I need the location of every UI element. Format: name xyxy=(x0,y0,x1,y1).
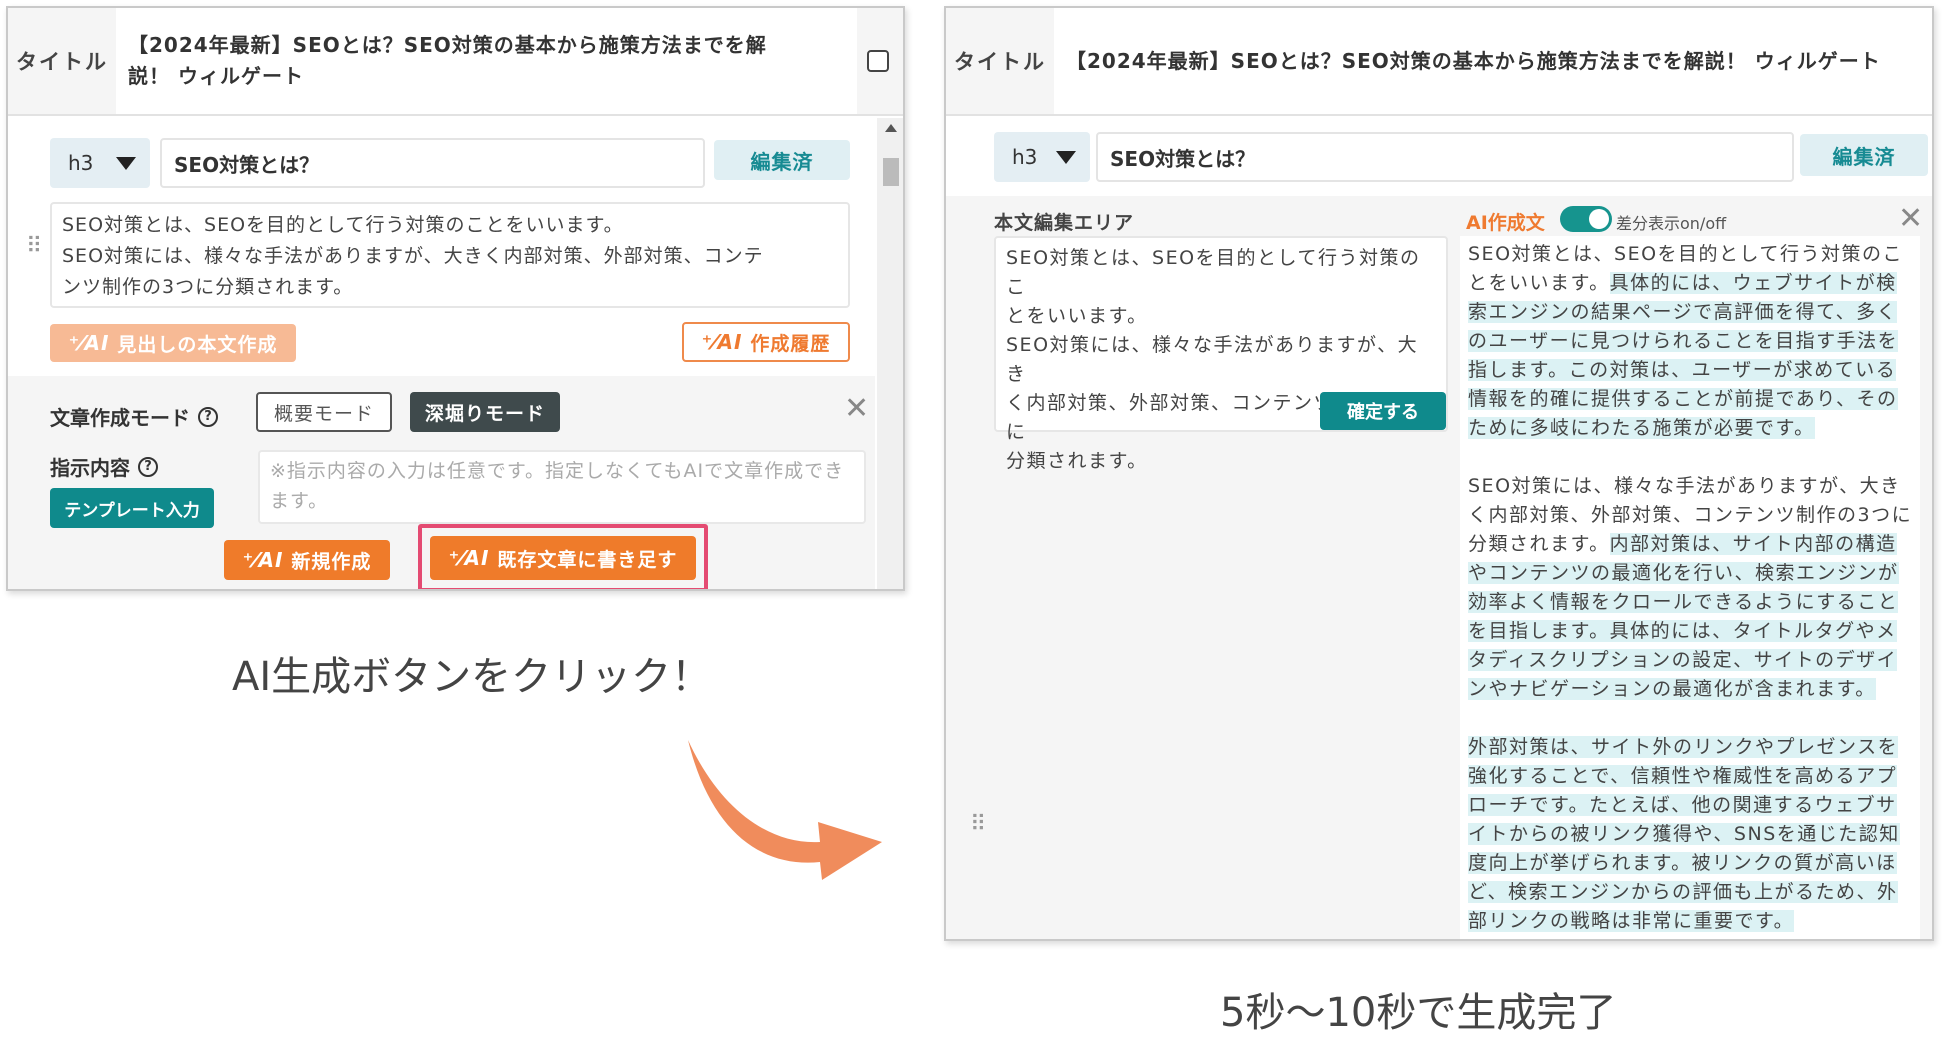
heading-level-select[interactable]: h3 xyxy=(994,132,1090,182)
heading-level-value: h3 xyxy=(68,151,94,175)
new-generate-button[interactable]: ⁺⁄AI 新規作成 xyxy=(224,540,390,580)
heading-input[interactable]: SEO対策とは？ xyxy=(1096,132,1794,182)
body-text-box[interactable]: SEO対策とは、SEOを目的として行う対策のことをいいます。 SEO対策には、様… xyxy=(50,202,850,308)
new-generate-label: 新規作成 xyxy=(291,550,372,573)
heading-body-generate-label: 見出しの本文作成 xyxy=(117,333,278,356)
heading-level-value: h3 xyxy=(1012,145,1038,169)
heading-body-generate-button[interactable]: ⁺⁄AI 見出しの本文作成 xyxy=(50,324,296,362)
close-icon[interactable]: ✕ xyxy=(844,394,869,424)
chevron-down-icon xyxy=(1056,151,1076,164)
scroll-thumb[interactable] xyxy=(883,158,899,186)
append-existing-button[interactable]: ⁺⁄AI 既存文章に書き足す xyxy=(430,536,696,580)
ai-sparkle-icon: ⁺⁄AI xyxy=(68,331,110,355)
editor-panel-after: タイトル 【2024年最新】SEOとは？SEO対策の基本から施策方法までを解説！… xyxy=(944,6,1934,941)
body-area-label: 本文編集エリア xyxy=(994,212,1135,234)
caption-done: 5秒～10秒で生成完了 xyxy=(1220,990,1617,1036)
title-text: 【2024年最新】SEOとは？SEO対策の基本から施策方法までを解説！ ウィルゲ… xyxy=(116,8,857,114)
scroll-up-icon[interactable] xyxy=(885,124,897,132)
ai-sparkle-icon: ⁺⁄AI xyxy=(701,330,743,354)
writing-mode-text: 文章作成モード xyxy=(50,406,190,430)
arrow-right-icon xyxy=(688,740,882,880)
body-line: とをいいます。 xyxy=(1006,305,1148,327)
summary-mode-button[interactable]: 概要モード xyxy=(256,392,392,432)
close-icon[interactable]: ✕ xyxy=(1898,204,1923,234)
append-existing-label: 既存文章に書き足す xyxy=(497,548,678,571)
template-input-button[interactable]: テンプレート入力 xyxy=(50,488,214,528)
body-line: SEO対策には、様々な手法がありますが、大きく内部対策、外部対策、コンテ xyxy=(62,245,764,267)
body-line: 分類されます。 xyxy=(1006,450,1148,472)
title-checkbox[interactable] xyxy=(867,50,889,72)
toggle-knob xyxy=(1589,209,1609,229)
ai-writing-options: 文章作成モード ? 概要モード 深堀りモード ✕ 指示内容 ? テンプレート入力… xyxy=(8,376,875,589)
ai-paragraph: SEO対策には、様々な手法がありますが、大きく内部対策、外部対策、コンテンツ制作… xyxy=(1468,472,1914,704)
help-icon[interactable]: ? xyxy=(138,456,158,477)
instruction-input[interactable]: ※指示内容の入力は任意です。指定しなくてもAIで文章作成できます。 xyxy=(258,450,866,524)
drag-handle-icon[interactable]: ⠿ xyxy=(970,814,986,836)
heading-input[interactable]: SEO対策とは？ xyxy=(160,138,705,188)
ai-paragraph: 外部対策は、サイト外のリンクやプレゼンスを強化することで、信頼性や権威性を高める… xyxy=(1468,733,1914,936)
history-button[interactable]: ⁺⁄AI 作成履歴 xyxy=(682,322,850,362)
edited-status-button[interactable]: 編集済 xyxy=(1800,134,1928,176)
history-label: 作成履歴 xyxy=(750,332,831,355)
title-row: タイトル 【2024年最新】SEOとは？SEO対策の基本から施策方法までを解説！… xyxy=(8,8,903,116)
heading-level-select[interactable]: h3 xyxy=(50,138,150,188)
heading-block: h3 SEO対策とは？ 編集済 ⠿ SEO対策とは、SEOを目的として行う対策の… xyxy=(8,118,875,376)
title-row: タイトル 【2024年最新】SEOとは？SEO対策の基本から施策方法までを解説！… xyxy=(946,8,1932,116)
instruction-text: 指示内容 xyxy=(50,456,130,480)
ai-text-box: SEO対策とは、SEOを目的として行う対策のことをいいます。具体的には、ウェブサ… xyxy=(1460,236,1920,939)
body-line: SEO対策とは、SEOを目的として行う対策のこ xyxy=(1006,247,1421,298)
title-label: タイトル xyxy=(16,50,108,74)
ai-paragraph: SEO対策とは、SEOを目的として行う対策のことをいいます。具体的には、ウェブサ… xyxy=(1468,240,1914,443)
drag-handle-icon[interactable]: ⠿ xyxy=(26,236,42,258)
ai-sparkle-icon: ⁺⁄AI xyxy=(242,548,284,572)
instruction-label: 指示内容 ? xyxy=(50,452,158,481)
title-label: タイトル xyxy=(954,50,1046,74)
caption-click: AI生成ボタンをクリック！ xyxy=(232,654,712,700)
help-icon[interactable]: ? xyxy=(198,406,218,427)
editor-panel-before: タイトル 【2024年最新】SEOとは？SEO対策の基本から施策方法までを解説！… xyxy=(6,6,905,591)
ai-added-text: 外部対策は、サイト外のリンクやプレゼンスを強化することで、信頼性や権威性を高める… xyxy=(1468,736,1900,932)
body-line: ンツ制作の3つに分類されます。 xyxy=(62,276,354,298)
edited-status-button[interactable]: 編集済 xyxy=(714,140,850,180)
ai-added-text: 具体的には、ウェブサイトが検索エンジンの結果ページで高評価を得て、多くのユーザー… xyxy=(1468,272,1899,439)
ai-generated-text: SEO対策とは、SEOを目的として行う対策のことをいいます。具体的には、ウェブサ… xyxy=(1468,240,1914,939)
diff-toggle[interactable] xyxy=(1560,206,1612,232)
confirm-button[interactable]: 確定する xyxy=(1320,392,1446,430)
ai-added-text: 内部対策は、サイト内部の構造やコンテンツの最適化を行い、検索エンジンが効率よく情… xyxy=(1468,533,1899,700)
deep-mode-button[interactable]: 深堀りモード xyxy=(410,392,560,432)
body-line: SEO対策とは、SEOを目的として行う対策のことをいいます。 xyxy=(62,214,624,236)
scrollbar[interactable] xyxy=(877,118,903,589)
ai-text-label: AI作成文 xyxy=(1466,212,1545,234)
chevron-down-icon xyxy=(116,157,136,170)
body-line: SEO対策には、様々な手法がありますが、大き xyxy=(1006,334,1419,385)
writing-mode-label: 文章作成モード ? xyxy=(50,402,218,431)
heading-block: h3 SEO対策とは？ 編集済 xyxy=(946,116,1932,196)
ai-compare-area: ⠿ 本文編集エリア SEO対策とは、SEOを目的として行う対策のこ とをいいます… xyxy=(946,196,1932,939)
diff-toggle-label: 差分表示on/off xyxy=(1616,214,1727,233)
title-text: 【2024年最新】SEOとは？SEO対策の基本から施策方法までを解説！ ウィルゲ… xyxy=(1054,8,1932,114)
ai-sparkle-icon: ⁺⁄AI xyxy=(448,546,490,570)
